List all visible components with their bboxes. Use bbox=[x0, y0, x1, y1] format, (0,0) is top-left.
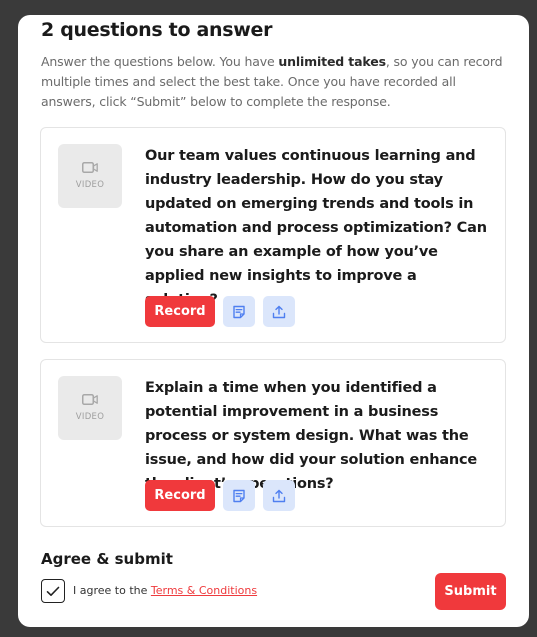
instructions-text: Answer the questions below. You have unl… bbox=[41, 52, 511, 112]
question-card-1: VIDEO Our team values continuous learnin… bbox=[40, 127, 506, 343]
video-label: VIDEO bbox=[75, 180, 105, 190]
upload-icon bbox=[272, 305, 286, 318]
video-thumbnail[interactable]: VIDEO bbox=[58, 376, 122, 440]
notes-icon bbox=[233, 305, 245, 318]
checkmark-icon bbox=[46, 586, 60, 596]
upload-icon bbox=[272, 489, 286, 502]
question-text: Explain a time when you identified a pot… bbox=[145, 380, 478, 492]
video-camera-icon bbox=[82, 394, 98, 405]
upload-button[interactable] bbox=[263, 296, 295, 327]
intro-bold: unlimited takes bbox=[278, 54, 386, 69]
upload-button[interactable] bbox=[263, 480, 295, 511]
question-card-2: VIDEO Explain a time when you identified… bbox=[40, 359, 506, 527]
question-actions: Record bbox=[145, 296, 295, 327]
terms-prefix: I agree to the bbox=[73, 584, 151, 597]
intro-prefix: Answer the questions below. You have bbox=[41, 54, 279, 69]
question-text: Our team values continuous learning and … bbox=[145, 148, 487, 308]
video-thumbnail[interactable]: VIDEO bbox=[58, 144, 122, 208]
question-actions: Record bbox=[145, 480, 295, 511]
record-button[interactable]: Record bbox=[145, 296, 215, 327]
notes-button[interactable] bbox=[223, 296, 255, 327]
page-title: 2 questions to answer bbox=[41, 19, 273, 41]
notes-icon bbox=[233, 489, 245, 502]
video-label: VIDEO bbox=[75, 412, 105, 422]
submit-button[interactable]: Submit bbox=[435, 573, 506, 610]
terms-label: I agree to the Terms & Conditions bbox=[73, 584, 257, 597]
answer-modal: 2 questions to answer Answer the questio… bbox=[18, 15, 529, 627]
terms-checkbox[interactable] bbox=[41, 579, 65, 603]
video-camera-icon bbox=[82, 162, 98, 173]
record-button[interactable]: Record bbox=[145, 480, 215, 511]
agree-section-title: Agree & submit bbox=[41, 550, 173, 568]
terms-link[interactable]: Terms & Conditions bbox=[151, 584, 257, 597]
notes-button[interactable] bbox=[223, 480, 255, 511]
